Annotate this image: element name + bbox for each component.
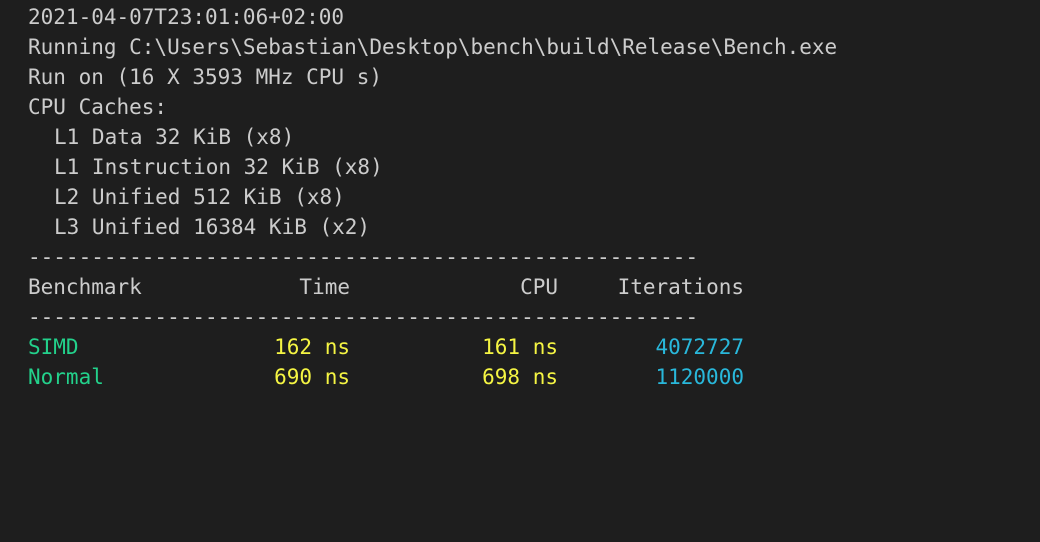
- cpu-value: 698 ns: [482, 365, 558, 389]
- iterations-value: 1120000: [655, 365, 744, 389]
- table-row: Normal 690 ns 698 ns 1120000: [28, 362, 1040, 392]
- timestamp: 2021-04-07T23:01:06+02:00: [28, 5, 345, 29]
- table-row: SIMD 162 ns 161 ns 4072727: [28, 332, 1040, 362]
- table-header-row: Benchmark Time CPU Iterations: [28, 272, 1040, 302]
- header-benchmark: Benchmark: [28, 275, 142, 299]
- running-command-line: Running C:\Users\Sebastian\Desktop\bench…: [28, 35, 838, 59]
- cache-l3-unified: L3 Unified 16384 KiB (x2): [54, 215, 371, 239]
- time-value: 690 ns: [274, 365, 350, 389]
- time-value: 162 ns: [274, 335, 350, 359]
- header-time: Time: [299, 275, 350, 299]
- run-on-info: Run on (16 X 3593 MHz CPU s): [28, 65, 383, 89]
- cache-l1-data: L1 Data 32 KiB (x8): [54, 125, 295, 149]
- cache-l1-instruction: L1 Instruction 32 KiB (x8): [54, 155, 383, 179]
- terminal-output[interactable]: 2021-04-07T23:01:06+02:00 Running C:\Use…: [0, 0, 1040, 415]
- header-iterations: Iterations: [617, 275, 744, 299]
- table-separator-bottom: ----------------------------------------…: [28, 305, 699, 329]
- cpu-caches-header: CPU Caches:: [28, 95, 168, 119]
- header-cpu: CPU: [520, 275, 558, 299]
- cpu-value: 161 ns: [482, 335, 558, 359]
- cache-l2-unified: L2 Unified 512 KiB (x8): [54, 185, 345, 209]
- table-separator-top: ----------------------------------------…: [28, 245, 699, 269]
- benchmark-name: SIMD: [28, 335, 79, 359]
- iterations-value: 4072727: [655, 335, 744, 359]
- benchmark-name: Normal: [28, 365, 104, 389]
